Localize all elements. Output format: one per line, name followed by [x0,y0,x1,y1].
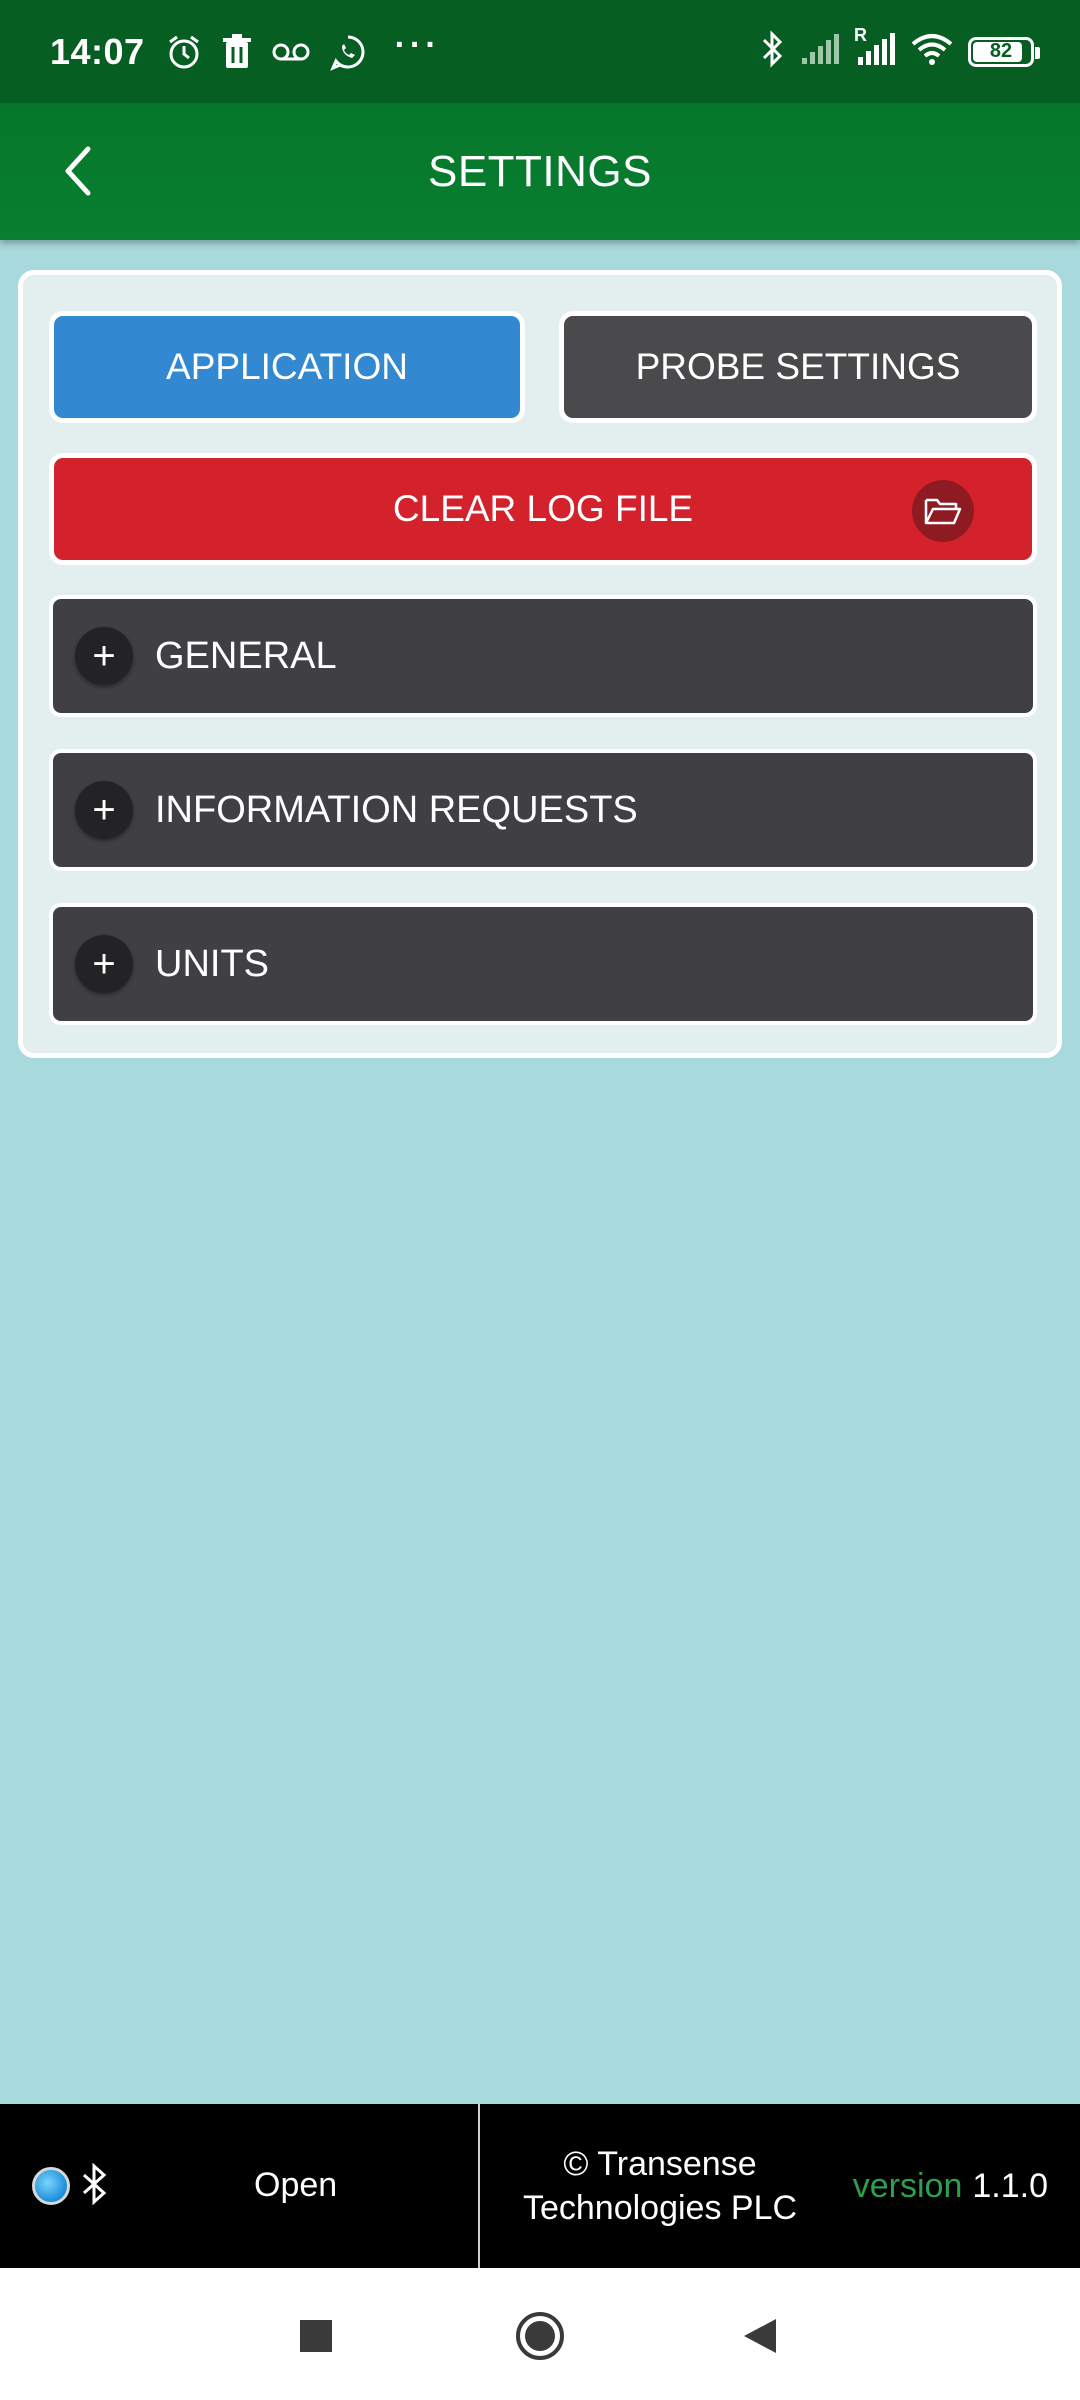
app-bar: SETTINGS [0,103,1080,240]
section-units[interactable]: + UNITS [49,903,1037,1025]
chevron-left-icon [65,146,91,196]
version-number: 1.1.0 [972,2166,1048,2205]
square-icon [300,2320,332,2352]
signal-roaming-icon: R [854,25,896,72]
footer-bar: Open © Transense Technologies PLC versio… [0,2104,1080,2268]
section-general-label: GENERAL [155,634,337,677]
system-icons: R 82 [760,25,1040,73]
bluetooth-icon [760,30,786,73]
recents-button[interactable] [286,2306,346,2366]
tab-probe-settings[interactable]: PROBE SETTINGS [559,311,1037,423]
alarm-icon [165,33,203,71]
status-bar: 14:07 ··· R 82 [0,0,1080,103]
roaming-label: R [854,25,867,45]
connection-area[interactable]: Open [0,2104,478,2268]
wifi-icon [910,32,954,71]
trash-icon [221,33,253,70]
section-information-requests-label: INFORMATION REQUESTS [155,788,638,831]
connection-status-text: Open [254,2166,338,2204]
battery-level: 82 [989,40,1013,62]
section-information-requests[interactable]: + INFORMATION REQUESTS [49,749,1037,871]
notification-icons: ··· [165,26,441,71]
back-button[interactable] [48,141,108,201]
clear-log-file-button[interactable]: CLEAR LOG FILE [49,453,1037,565]
status-time: 14:07 [50,30,145,72]
plus-icon: + [75,627,133,685]
circle-icon [516,2312,564,2360]
home-button[interactable] [510,2306,570,2366]
triangle-back-icon [744,2319,776,2353]
bluetooth-icon [80,2162,110,2210]
back-nav-button[interactable] [730,2306,790,2366]
connection-status-dot [32,2167,70,2205]
section-general[interactable]: + GENERAL [49,595,1037,717]
settings-panel: APPLICATION PROBE SETTINGS CLEAR LOG FIL… [18,270,1062,1058]
system-nav-bar [0,2268,1080,2400]
battery-icon: 82 [968,36,1040,67]
copyright: © Transense Technologies PLC [480,2104,840,2268]
section-units-label: UNITS [155,942,269,985]
plus-icon: + [75,935,133,993]
version-info: version 1.1.0 [840,2104,1080,2268]
plus-icon: + [75,781,133,839]
copyright-line-1: © Transense [563,2145,757,2183]
version-label: version [852,2166,963,2205]
folder-open-icon [912,480,974,542]
signal-icon [800,32,840,71]
copyright-line-2: Technologies PLC [522,2189,798,2227]
voicemail-icon [271,40,311,64]
more-dots-icon: ··· [394,26,441,64]
clear-log-file-label: CLEAR LOG FILE [392,488,694,529]
page-title: SETTINGS [427,146,653,196]
whatsapp-icon [329,33,367,71]
tab-application[interactable]: APPLICATION [49,311,525,423]
